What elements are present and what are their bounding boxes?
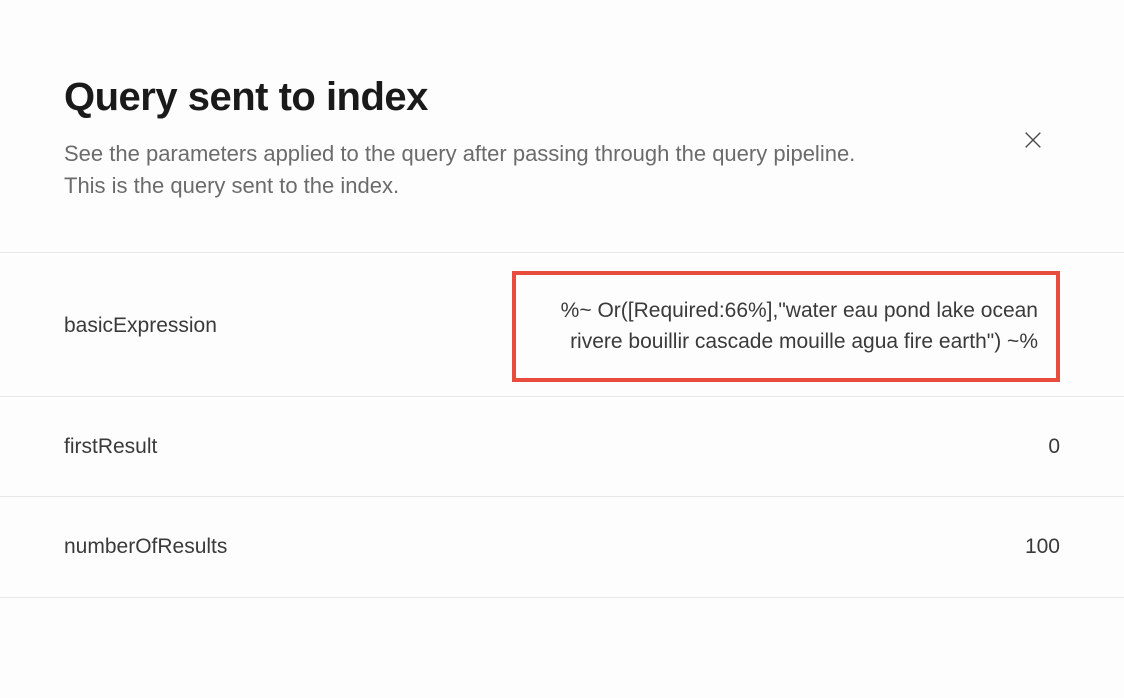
close-button[interactable] xyxy=(1017,124,1049,156)
page-title: Query sent to index xyxy=(64,75,1060,120)
page-subtitle: See the parameters applied to the query … xyxy=(64,138,864,202)
param-key: basicExpression xyxy=(64,314,217,338)
panel-header: Query sent to index See the parameters a… xyxy=(0,0,1124,252)
table-row: basicExpression %~ Or([Required:66%],"wa… xyxy=(0,252,1124,396)
table-row: firstResult 0 xyxy=(0,396,1124,497)
highlight-box: %~ Or([Required:66%],"water eau pond lak… xyxy=(512,271,1060,382)
table-row: numberOfResults 100 xyxy=(0,496,1124,598)
parameters-table: basicExpression %~ Or([Required:66%],"wa… xyxy=(0,252,1124,598)
param-value: 0 xyxy=(1048,431,1060,463)
param-key: firstResult xyxy=(64,435,157,459)
param-value: 100 xyxy=(1025,531,1060,563)
param-value: %~ Or([Required:66%],"water eau pond lak… xyxy=(534,295,1038,358)
param-key: numberOfResults xyxy=(64,535,227,559)
close-icon xyxy=(1022,129,1044,151)
